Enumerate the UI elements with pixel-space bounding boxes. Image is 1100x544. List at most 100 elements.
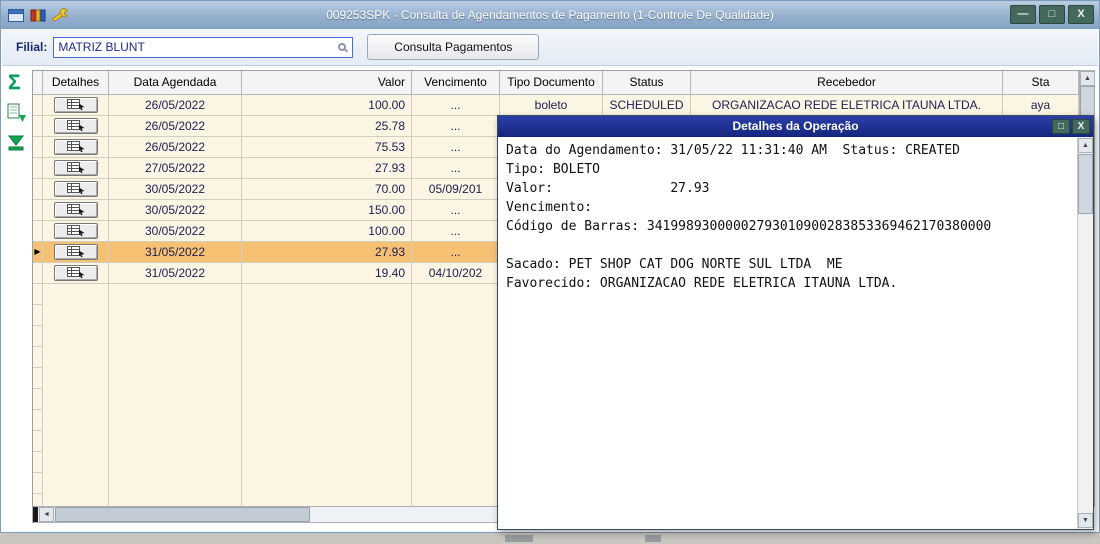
filial-field-wrap — [53, 36, 354, 58]
detalhes-button[interactable] — [53, 97, 98, 113]
row-indicator — [33, 179, 43, 200]
cell-tipo-documento: boleto — [500, 95, 603, 116]
export-icon[interactable] — [5, 103, 27, 128]
row-indicator — [33, 116, 43, 137]
cell-valor: 27.93 — [242, 158, 412, 179]
cell-valor: 19.40 — [242, 263, 412, 284]
dialog-line: Valor: 27.93 — [506, 181, 710, 196]
cell-recebedor: ORGANIZACAO REDE ELETRICA ITAUNA LTDA. — [691, 95, 1003, 116]
row-indicator — [33, 284, 43, 305]
cell-data-agendada: 30/05/2022 — [109, 179, 242, 200]
cell-detalhes — [43, 158, 109, 179]
cell-valor: 25.78 — [242, 116, 412, 137]
dialog-titlebar: Detalhes da Operação □ X — [498, 116, 1093, 137]
dialog-line: Código de Barras: 3419989300000279301090… — [506, 219, 992, 234]
hscroll-thumb[interactable] — [55, 507, 310, 522]
row-indicator — [33, 221, 43, 242]
sigma-icon[interactable]: Σ — [8, 71, 21, 95]
cell-data-agendada: 26/05/2022 — [109, 95, 242, 116]
cell-data-agendada: 30/05/2022 — [109, 221, 242, 242]
filial-input[interactable] — [53, 36, 354, 58]
table-row[interactable]: 26/05/2022 100.00 ... boleto SCHEDULED O… — [33, 95, 1079, 116]
cell-data-agendada: 31/05/2022 — [109, 242, 242, 263]
row-indicator — [33, 452, 43, 473]
header-vencimento[interactable]: Vencimento — [412, 71, 500, 95]
detalhes-button[interactable] — [53, 223, 98, 239]
cell-detalhes — [43, 221, 109, 242]
cell-valor: 100.00 — [242, 221, 412, 242]
cell-vencimento: 05/09/201 — [412, 179, 500, 200]
cell-detalhes — [43, 95, 109, 116]
cell-valor: 70.00 — [242, 179, 412, 200]
cell-vencimento: ... — [412, 200, 500, 221]
dialog-scroll-up-icon[interactable]: ▲ — [1078, 138, 1093, 153]
form-icon — [8, 8, 25, 23]
header-data-agendada[interactable]: Data Agendada — [109, 71, 242, 95]
row-indicator — [33, 137, 43, 158]
window-title: 009253SPK - Consulta de Agendamentos de … — [326, 8, 774, 22]
dialog-text: Data do Agendamento: 31/05/22 11:31:40 A… — [506, 141, 1073, 529]
header-sta[interactable]: Sta — [1003, 71, 1079, 95]
titlebar: 009253SPK - Consulta de Agendamentos de … — [1, 1, 1099, 29]
maximize-button[interactable]: □ — [1039, 5, 1065, 24]
row-indicator — [33, 347, 43, 368]
dialog-scroll-down-icon[interactable]: ▼ — [1078, 513, 1093, 528]
dialog-maximize-button[interactable]: □ — [1052, 119, 1070, 134]
row-indicator: ▶ — [33, 242, 43, 263]
dialog-scrollbar[interactable]: ▲ ▼ — [1077, 137, 1093, 529]
scroll-up-icon[interactable]: ▲ — [1080, 71, 1095, 86]
cell-data-agendada: 30/05/2022 — [109, 200, 242, 221]
detalhes-button[interactable] — [53, 139, 98, 155]
dialog-line: Tipo: BOLETO — [506, 162, 600, 177]
detalhes-button[interactable] — [53, 202, 98, 218]
detalhes-button[interactable] — [53, 181, 98, 197]
dialog-scroll-thumb[interactable] — [1078, 154, 1093, 214]
header-recebedor[interactable]: Recebedor — [691, 71, 1003, 95]
window-controls: — □ X — [1010, 5, 1094, 24]
consulta-pagamentos-button[interactable]: Consulta Pagamentos — [367, 34, 540, 60]
row-indicator — [33, 389, 43, 410]
row-indicator — [33, 473, 43, 494]
detalhes-button[interactable] — [53, 160, 98, 176]
row-indicator — [33, 200, 43, 221]
header-tipo-documento[interactable]: Tipo Documento — [500, 71, 603, 95]
cell-valor: 75.53 — [242, 137, 412, 158]
screen: 009253SPK - Consulta de Agendamentos de … — [0, 0, 1100, 544]
cell-detalhes — [43, 242, 109, 263]
dialog-close-button[interactable]: X — [1072, 119, 1090, 134]
details-dialog: Detalhes da Operação □ X Data do Agendam… — [497, 115, 1094, 530]
row-indicator — [33, 95, 43, 116]
header-detalhes[interactable]: Detalhes — [43, 71, 109, 95]
cell-vencimento: ... — [412, 116, 500, 137]
cell-valor: 150.00 — [242, 200, 412, 221]
scrollbar-split-grip[interactable] — [33, 507, 38, 522]
search-icon — [338, 42, 347, 51]
filter-toolbar: Filial: Consulta Pagamentos — [2, 29, 1098, 66]
detalhes-button[interactable] — [53, 265, 98, 281]
minimize-button[interactable]: — — [1010, 5, 1036, 24]
dialog-line: Sacado: PET SHOP CAT DOG NORTE SUL LTDA … — [506, 257, 843, 272]
detalhes-button[interactable] — [53, 244, 98, 260]
wrench-icon — [51, 7, 71, 23]
cell-vencimento: ... — [412, 158, 500, 179]
cell-data-agendada: 31/05/2022 — [109, 263, 242, 284]
down-arrow-icon[interactable] — [7, 135, 25, 157]
row-indicator — [33, 431, 43, 452]
app-icon — [30, 8, 46, 23]
background-window-fragment — [645, 535, 661, 542]
cell-valor: 27.93 — [242, 242, 412, 263]
row-indicator — [33, 263, 43, 284]
background-window-fragment — [505, 535, 533, 542]
dialog-body: Data do Agendamento: 31/05/22 11:31:40 A… — [498, 137, 1093, 529]
header-status[interactable]: Status — [603, 71, 691, 95]
dialog-line: Data do Agendamento: 31/05/22 11:31:40 A… — [506, 143, 960, 158]
header-valor[interactable]: Valor — [242, 71, 412, 95]
close-button[interactable]: X — [1068, 5, 1094, 24]
detalhes-button[interactable] — [53, 118, 98, 134]
cell-detalhes — [43, 179, 109, 200]
cell-sta: aya — [1003, 95, 1079, 116]
header-indicator — [33, 71, 43, 95]
cell-vencimento: ... — [412, 221, 500, 242]
scroll-left-icon[interactable]: ◄ — [39, 507, 54, 522]
row-indicator — [33, 368, 43, 389]
